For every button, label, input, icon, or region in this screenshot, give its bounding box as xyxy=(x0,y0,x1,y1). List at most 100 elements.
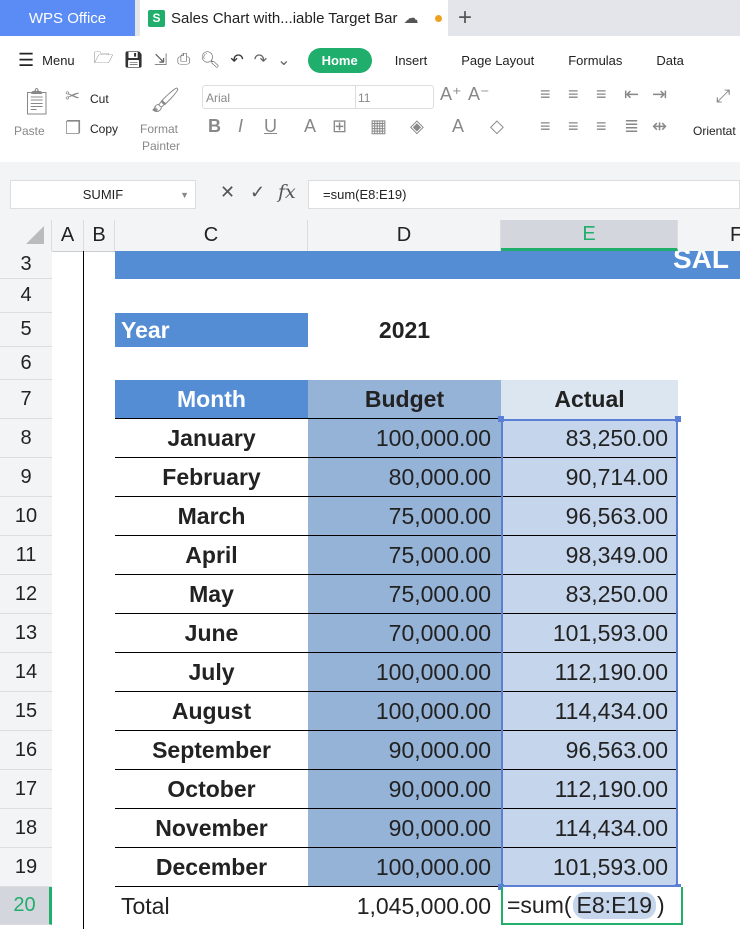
row-header-17[interactable]: 17 xyxy=(0,770,52,809)
total-budget[interactable]: 1,045,000.00 xyxy=(308,887,501,925)
budget-cell[interactable]: 75,000.00 xyxy=(308,536,501,575)
actual-cell[interactable]: 96,563.00 xyxy=(501,731,678,770)
confirm-icon[interactable]: ✓ xyxy=(250,182,265,203)
align-right-icon[interactable]: ≡ xyxy=(596,116,607,137)
format-painter-icon[interactable]: 🖌︎ xyxy=(150,86,180,115)
print-icon[interactable]: ⎙ xyxy=(177,51,190,69)
header-budget[interactable]: Budget xyxy=(308,380,501,419)
row-header-20[interactable]: 20 xyxy=(0,887,52,925)
actual-cell[interactable]: 112,190.00 xyxy=(501,770,678,809)
align-center-icon[interactable]: ≡ xyxy=(568,116,579,137)
print-preview-icon[interactable]: 🔍︎ xyxy=(200,50,220,70)
row-header-18[interactable]: 18 xyxy=(0,809,52,848)
month-cell[interactable]: November xyxy=(115,809,308,848)
actual-cell[interactable]: 83,250.00 xyxy=(501,575,678,614)
row-header-16[interactable]: 16 xyxy=(0,731,52,770)
strikethrough-icon[interactable]: A xyxy=(304,116,316,137)
function-icon[interactable]: fx xyxy=(278,181,296,203)
format-painter-label-2[interactable]: Painter xyxy=(142,139,180,153)
budget-cell[interactable]: 100,000.00 xyxy=(308,848,501,887)
row-header-11[interactable]: 11 xyxy=(0,536,52,575)
italic-icon[interactable]: I xyxy=(238,116,243,137)
actual-cell[interactable]: 112,190.00 xyxy=(501,653,678,692)
row-header-4[interactable]: 4 xyxy=(0,279,52,313)
actual-cell[interactable]: 90,714.00 xyxy=(501,458,678,497)
export-icon[interactable]: ⇲ xyxy=(154,50,167,70)
actual-cell[interactable]: 96,563.00 xyxy=(501,497,678,536)
range-handle[interactable] xyxy=(498,416,504,422)
cut-button[interactable]: Cut xyxy=(90,92,109,106)
cell-style-icon[interactable]: ▦ xyxy=(370,116,387,137)
year-label[interactable]: Year xyxy=(115,313,308,347)
align-middle-icon[interactable]: ≡ xyxy=(568,84,579,105)
name-box[interactable]: SUMIF ▼ xyxy=(10,180,196,209)
chevron-down-icon[interactable]: ▼ xyxy=(180,190,189,200)
bold-icon[interactable]: B xyxy=(208,116,221,137)
column-header-a[interactable]: A xyxy=(52,220,84,251)
row-header-6[interactable]: 6 xyxy=(0,347,52,380)
month-cell[interactable]: April xyxy=(115,536,308,575)
tab-insert[interactable]: Insert xyxy=(395,53,428,68)
distributed-icon[interactable]: ⇹ xyxy=(652,116,667,137)
tab-wps-office[interactable]: WPS Office xyxy=(0,0,135,36)
increase-indent-icon[interactable]: ⇥ xyxy=(652,84,667,105)
month-cell[interactable]: September xyxy=(115,731,308,770)
save-icon[interactable]: 💾︎ xyxy=(124,50,144,70)
month-cell[interactable]: October xyxy=(115,770,308,809)
cancel-icon[interactable]: ✕ xyxy=(220,182,235,203)
customize-dropdown-icon[interactable]: ⌄ xyxy=(277,50,290,70)
tab-formulas[interactable]: Formulas xyxy=(568,53,622,68)
budget-cell[interactable]: 100,000.00 xyxy=(308,692,501,731)
column-header-c[interactable]: C xyxy=(115,220,308,251)
column-header-f[interactable]: F xyxy=(678,220,740,251)
row-header-13[interactable]: 13 xyxy=(0,614,52,653)
range-handle[interactable] xyxy=(675,416,681,422)
total-actual-editor[interactable]: =sum( E8:E19 ) xyxy=(501,887,683,925)
month-cell[interactable]: July xyxy=(115,653,308,692)
actual-cell[interactable]: 101,593.00 xyxy=(501,614,678,653)
paste-icon[interactable]: 📋︎ xyxy=(20,86,53,117)
budget-cell[interactable]: 90,000.00 xyxy=(308,809,501,848)
budget-cell[interactable]: 90,000.00 xyxy=(308,731,501,770)
row-header-15[interactable]: 15 xyxy=(0,692,52,731)
align-top-icon[interactable]: ≡ xyxy=(540,84,551,105)
tab-data[interactable]: Data xyxy=(656,53,683,68)
column-header-d[interactable]: D xyxy=(308,220,501,251)
orientation-button[interactable]: Orientat xyxy=(693,124,736,138)
open-icon[interactable]: 🗁 xyxy=(94,47,114,74)
decrease-font-icon[interactable]: A⁻ xyxy=(468,84,490,105)
row-header-3[interactable]: 3 xyxy=(0,251,52,279)
clear-icon[interactable]: ◇ xyxy=(490,116,504,137)
actual-cell[interactable]: 83,250.00 xyxy=(501,419,678,458)
align-bottom-icon[interactable]: ≡ xyxy=(596,84,607,105)
font-color-icon[interactable]: A xyxy=(452,116,464,137)
format-painter-label-1[interactable]: Format xyxy=(140,122,178,136)
orientation-icon[interactable]: ⤢ xyxy=(716,86,730,107)
tab-document[interactable]: S Sales Chart with...iable Target Bar ☁ xyxy=(140,0,448,36)
row-header-9[interactable]: 9 xyxy=(0,458,52,497)
redo-icon[interactable]: ↷ xyxy=(254,50,267,70)
row-header-12[interactable]: 12 xyxy=(0,575,52,614)
tab-home[interactable]: Home xyxy=(307,47,372,73)
year-value[interactable]: 2021 xyxy=(308,313,501,347)
justify-icon[interactable]: ≣ xyxy=(624,116,639,137)
budget-cell[interactable]: 75,000.00 xyxy=(308,575,501,614)
budget-cell[interactable]: 100,000.00 xyxy=(308,653,501,692)
menu-button[interactable]: Menu xyxy=(42,53,75,68)
formula-input[interactable]: =sum(E8:E19) xyxy=(308,180,740,209)
align-left-icon[interactable]: ≡ xyxy=(540,116,551,137)
increase-font-icon[interactable]: A⁺ xyxy=(440,84,462,105)
header-month[interactable]: Month xyxy=(115,380,308,419)
row-header-19[interactable]: 19 xyxy=(0,848,52,887)
budget-cell[interactable]: 100,000.00 xyxy=(308,419,501,458)
header-actual[interactable]: Actual xyxy=(501,380,678,419)
fill-color-icon[interactable]: ◈ xyxy=(410,116,424,137)
scissors-icon[interactable]: ✂ xyxy=(65,86,80,107)
borders-icon[interactable]: ⊞ xyxy=(332,116,347,137)
font-size-select[interactable]: 11 xyxy=(358,91,370,105)
month-cell[interactable]: August xyxy=(115,692,308,731)
budget-cell[interactable]: 75,000.00 xyxy=(308,497,501,536)
paste-button[interactable]: Paste xyxy=(14,124,45,138)
copy-icon[interactable]: ❐ xyxy=(65,118,81,139)
font-name-select[interactable]: Arial xyxy=(206,91,230,105)
